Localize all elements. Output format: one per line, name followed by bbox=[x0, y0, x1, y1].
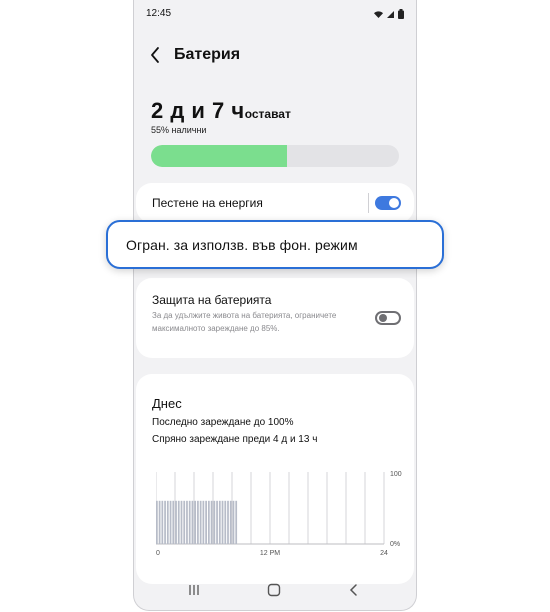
chart-bar bbox=[213, 500, 216, 544]
chart-bar bbox=[180, 500, 183, 544]
chart-bar bbox=[183, 500, 186, 544]
row-divider bbox=[368, 193, 369, 213]
chart-bar bbox=[232, 500, 235, 544]
recents-icon[interactable] bbox=[188, 584, 200, 596]
chart-bar bbox=[224, 500, 227, 544]
chart-bar bbox=[210, 500, 213, 544]
battery-remaining: 2 д и 7 чостават bbox=[151, 98, 291, 124]
chart-bar bbox=[235, 500, 238, 544]
signal-icon bbox=[387, 10, 394, 18]
chart-bar bbox=[166, 500, 169, 544]
today-usage-card: Днес Последно зареждане до 100% Спряно з… bbox=[136, 374, 414, 584]
chart-bar bbox=[207, 500, 210, 544]
chart-bar bbox=[227, 500, 229, 544]
x-tick-label: 24 bbox=[380, 550, 388, 557]
page-title: Батерия bbox=[174, 46, 241, 63]
x-tick-label: 12 PM bbox=[260, 550, 280, 557]
battery-level-fill bbox=[151, 145, 288, 167]
chart-bar bbox=[194, 500, 197, 544]
chart-bar bbox=[172, 500, 175, 544]
battery-icon bbox=[398, 9, 404, 19]
battery-protection-row[interactable]: Защита на батерията За да удължите живот… bbox=[136, 278, 414, 358]
chart-bar bbox=[156, 500, 158, 544]
chart-bar bbox=[229, 500, 232, 544]
home-icon[interactable] bbox=[267, 583, 281, 597]
stopped-charge-text: Спряно зареждане преди 4 д и 13 ч bbox=[152, 434, 318, 445]
toggle-knob bbox=[379, 314, 387, 322]
chart-bar bbox=[216, 500, 218, 544]
page-header: Батерия bbox=[150, 46, 240, 64]
wifi-icon bbox=[374, 10, 383, 18]
x-tick-label: 0 bbox=[156, 550, 160, 557]
chart-bar bbox=[186, 500, 188, 544]
today-title: Днес bbox=[152, 396, 182, 411]
chart-bar bbox=[164, 500, 166, 544]
battery-available: 55% налични bbox=[151, 125, 207, 135]
last-charge-text: Последно зареждане до 100% bbox=[152, 417, 294, 428]
status-icons bbox=[373, 9, 404, 19]
chart-bar bbox=[221, 500, 224, 544]
background-usage-limits-callout[interactable]: Огран. за използв. във фон. режим bbox=[106, 220, 444, 269]
chart-bar bbox=[218, 500, 221, 544]
battery-protection-description: За да удължите живота на батерията, огра… bbox=[152, 311, 337, 333]
toggle-knob bbox=[389, 198, 399, 208]
battery-level-bar bbox=[151, 145, 399, 167]
chart-bar bbox=[177, 500, 180, 544]
chart-bar bbox=[175, 500, 177, 544]
y-tick-label: 100 bbox=[390, 471, 402, 478]
battery-usage-chart: 0 12 PM 24 100 0% bbox=[156, 471, 402, 557]
y-tick-label: 0% bbox=[390, 541, 400, 548]
remaining-time: 2 д и 7 ч bbox=[151, 98, 245, 123]
chart-bar bbox=[169, 500, 172, 544]
chart-bar bbox=[202, 500, 205, 544]
chevron-left-icon[interactable] bbox=[150, 46, 160, 64]
chart-bar bbox=[197, 500, 199, 544]
power-saving-label: Пестене на енергия bbox=[152, 196, 263, 210]
power-saving-toggle[interactable] bbox=[375, 196, 401, 210]
power-saving-row[interactable]: Пестене на енергия bbox=[136, 183, 414, 223]
status-time: 12:45 bbox=[146, 8, 172, 19]
battery-protection-toggle[interactable] bbox=[375, 311, 401, 325]
system-navbar bbox=[134, 580, 416, 600]
back-icon[interactable] bbox=[349, 583, 359, 597]
chart-bar bbox=[161, 500, 164, 544]
background-usage-limits-label: Огран. за използв. във фон. режим bbox=[126, 237, 358, 253]
battery-protection-label: Защита на батерията bbox=[152, 293, 272, 307]
chart-bar bbox=[191, 500, 194, 544]
chart-bar bbox=[199, 500, 202, 544]
remaining-suffix: остават bbox=[244, 107, 291, 121]
chart-bar bbox=[188, 500, 191, 544]
chart-bar bbox=[205, 500, 207, 544]
phone-screen: 12:45 Батерия 2 д и 7 чостават 55% налич… bbox=[133, 0, 417, 611]
status-bar: 12:45 bbox=[146, 8, 404, 22]
chart-bar bbox=[158, 500, 161, 544]
